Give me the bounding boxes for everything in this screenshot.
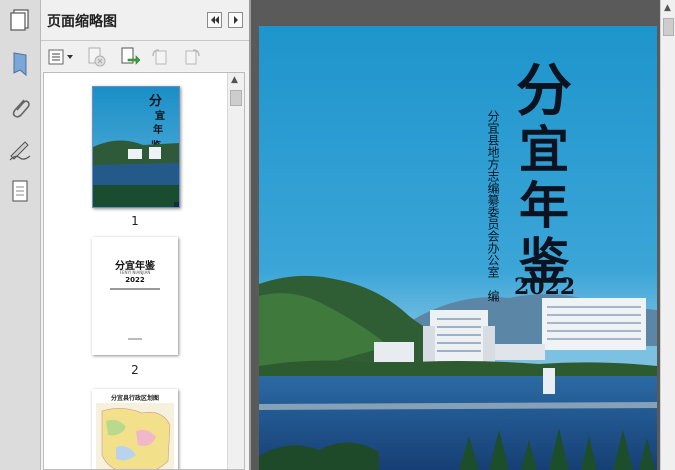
- signature-icon[interactable]: [6, 136, 34, 164]
- navigation-rail: [0, 0, 41, 470]
- scrollbar-thumb[interactable]: [230, 90, 242, 106]
- page-thumbnail[interactable]: 分宜年鉴 FENYI NIANJIAN 2022: [92, 237, 178, 355]
- panel-header: 页面缩略图: [41, 0, 249, 41]
- cover-thumbnail-image: 分 宜 年 鉴: [93, 87, 179, 207]
- options-icon[interactable]: [47, 47, 75, 67]
- page-thumbnail[interactable]: 分宜县行政区划图: [92, 389, 178, 469]
- page-thumbnails-panel: 页面缩略图 分 宜 年 1 分宜年鉴 FENYI NIANJIAN 2022 2…: [41, 0, 249, 470]
- pages-icon[interactable]: [6, 6, 34, 34]
- thumbnail-footer-rule: [128, 338, 142, 340]
- page-thumbnail[interactable]: 分 宜 年 鉴: [92, 86, 180, 208]
- bookmark-icon[interactable]: [6, 50, 34, 78]
- page-number: 1: [131, 214, 139, 228]
- cover-publisher: 分宜县地方志编纂委员会办公室 编: [486, 110, 500, 302]
- svg-text:年: 年: [153, 123, 163, 136]
- cover-year: 2022: [514, 274, 576, 300]
- document-scrollbar[interactable]: ▲: [660, 0, 675, 470]
- thumbnail-year: 2022: [125, 276, 145, 284]
- scroll-up-icon[interactable]: ▲: [664, 3, 671, 13]
- thumbnail-list: 分 宜 年 鉴 1 分宜年鉴 FENYI NIANJIAN 2022: [43, 72, 245, 470]
- extract-page-icon[interactable]: [120, 47, 140, 67]
- panel-title: 页面缩略图: [47, 14, 117, 30]
- document-view: 分 宜 年 鉴 分宜县地方志编纂委员会办公室 编 2022 ▲: [251, 0, 675, 470]
- thumbnail-corner-marker: [174, 202, 179, 207]
- delete-page-icon[interactable]: [86, 47, 106, 67]
- cover-title-char: 宜: [519, 120, 569, 179]
- page-number: 2: [131, 363, 139, 377]
- layers-icon[interactable]: [6, 178, 34, 206]
- cover-title-char: 年: [519, 176, 569, 235]
- thumbnail-subtitle: FENYI NIANJIAN: [119, 270, 151, 275]
- cover-title: 分 宜 年 鉴: [496, 60, 592, 290]
- rotate-ccw-icon[interactable]: [150, 47, 170, 67]
- expand-panel-button[interactable]: [228, 12, 243, 28]
- scroll-up-icon[interactable]: ▲: [231, 75, 238, 85]
- scrollbar-thumb[interactable]: [663, 18, 674, 36]
- thumbnail-toolbar: [41, 41, 249, 71]
- thumbnail-rule: [110, 288, 160, 290]
- map-thumbnail-image: [96, 403, 174, 469]
- document-page: 分 宜 年 鉴 分宜县地方志编纂委员会办公室 编 2022: [259, 26, 657, 470]
- rotate-cw-icon[interactable]: [182, 47, 202, 67]
- pdf-reader-window: 页面缩略图 分 宜 年 1 分宜年鉴 FENYI NIANJIAN 2022 2…: [0, 0, 675, 470]
- thumbnail-scrollbar[interactable]: ▲: [227, 73, 244, 469]
- svg-text:宜: 宜: [155, 109, 165, 122]
- attachment-icon[interactable]: [6, 94, 34, 122]
- collapse-panel-button[interactable]: [207, 12, 222, 28]
- cover-title-char: 分: [516, 58, 572, 124]
- svg-text:分: 分: [149, 93, 162, 109]
- cover-photo: [259, 26, 657, 470]
